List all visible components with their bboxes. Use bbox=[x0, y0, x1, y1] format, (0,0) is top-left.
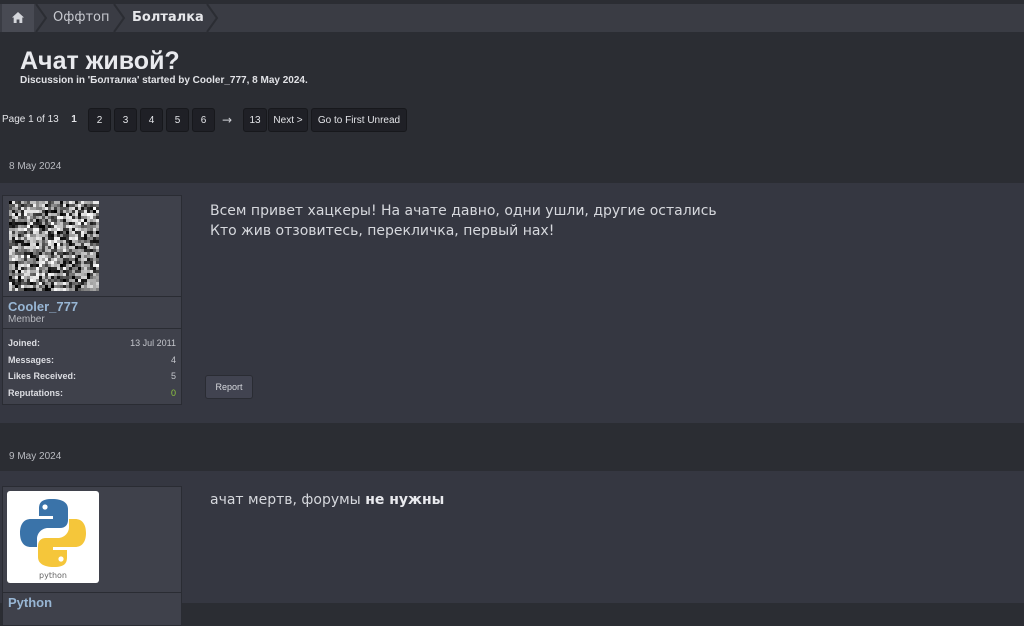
breadcrumb-separator bbox=[206, 4, 219, 32]
page-skip-arrow: → bbox=[222, 113, 233, 127]
post-date-bar: 8 May 2024 bbox=[0, 153, 1024, 183]
page-link-3[interactable]: 3 bbox=[114, 108, 137, 132]
go-to-first-unread-button[interactable]: Go to First Unread bbox=[311, 108, 407, 132]
page-link-6[interactable]: 6 bbox=[192, 108, 215, 132]
page-title: Ачат живой? bbox=[20, 47, 180, 75]
message-user-info: Cooler_777 Member Joined: 13 Jul 2011 Me… bbox=[2, 195, 182, 405]
breadcrumb-separator bbox=[113, 4, 126, 32]
stat-likes: Likes Received: 5 bbox=[8, 371, 176, 381]
page-info: Page 1 of 13 bbox=[2, 114, 59, 125]
svg-text:python: python bbox=[39, 571, 67, 580]
message-line: Всем привет хацкеры! На ачате давно, одн… bbox=[210, 203, 717, 219]
post: python Python ачат мертв, форумы не нужн… bbox=[0, 471, 1024, 626]
message-content: ачат мертв, форумы не нужны bbox=[210, 490, 444, 510]
page-link-5[interactable]: 5 bbox=[166, 108, 189, 132]
message-user-info: python Python bbox=[2, 486, 182, 626]
post-date: 9 May 2024 bbox=[9, 451, 62, 462]
message-text: ачат мертв, форумы bbox=[210, 492, 366, 508]
post: Cooler_777 Member Joined: 13 Jul 2011 Me… bbox=[0, 183, 1024, 423]
stat-joined: Joined: 13 Jul 2011 bbox=[8, 338, 176, 348]
user-title: Member bbox=[8, 314, 45, 325]
avatar[interactable] bbox=[9, 201, 99, 291]
stat-messages: Messages: 4 bbox=[8, 354, 176, 365]
page-current: 1 bbox=[71, 114, 77, 125]
stat-reputations: Reputations: 0 bbox=[8, 387, 176, 398]
breadcrumb: Оффтоп Болталка bbox=[0, 4, 1024, 32]
report-button[interactable]: Report bbox=[205, 375, 253, 399]
page-link-2[interactable]: 2 bbox=[88, 108, 111, 132]
post-date-bar: 9 May 2024 bbox=[0, 443, 1024, 473]
breadcrumb-separator bbox=[35, 4, 48, 32]
thread-meta: Discussion in 'Болталка' started by Cool… bbox=[20, 75, 308, 86]
next-page-button[interactable]: Next > bbox=[268, 108, 308, 132]
post-date: 8 May 2024 bbox=[9, 161, 62, 172]
message-bold-text: не нужны bbox=[365, 492, 445, 508]
username[interactable]: Cooler_777 bbox=[3, 299, 181, 314]
breadcrumb-item-offtopic[interactable]: Оффтоп bbox=[53, 4, 110, 32]
page-link-4[interactable]: 4 bbox=[140, 108, 163, 132]
home-icon[interactable] bbox=[2, 4, 34, 32]
user-stats: Joined: 13 Jul 2011 Messages: 4 Likes Re… bbox=[3, 329, 181, 404]
breadcrumb-item-boltalka[interactable]: Болталка bbox=[132, 4, 204, 32]
message-line: Кто жив отзовитесь, перекличка, первый н… bbox=[210, 223, 555, 239]
page-link-last[interactable]: 13 bbox=[243, 108, 267, 132]
python-logo-icon[interactable]: python bbox=[7, 491, 99, 583]
message-content: Всем привет хацкеры! На ачате давно, одн… bbox=[210, 201, 717, 241]
